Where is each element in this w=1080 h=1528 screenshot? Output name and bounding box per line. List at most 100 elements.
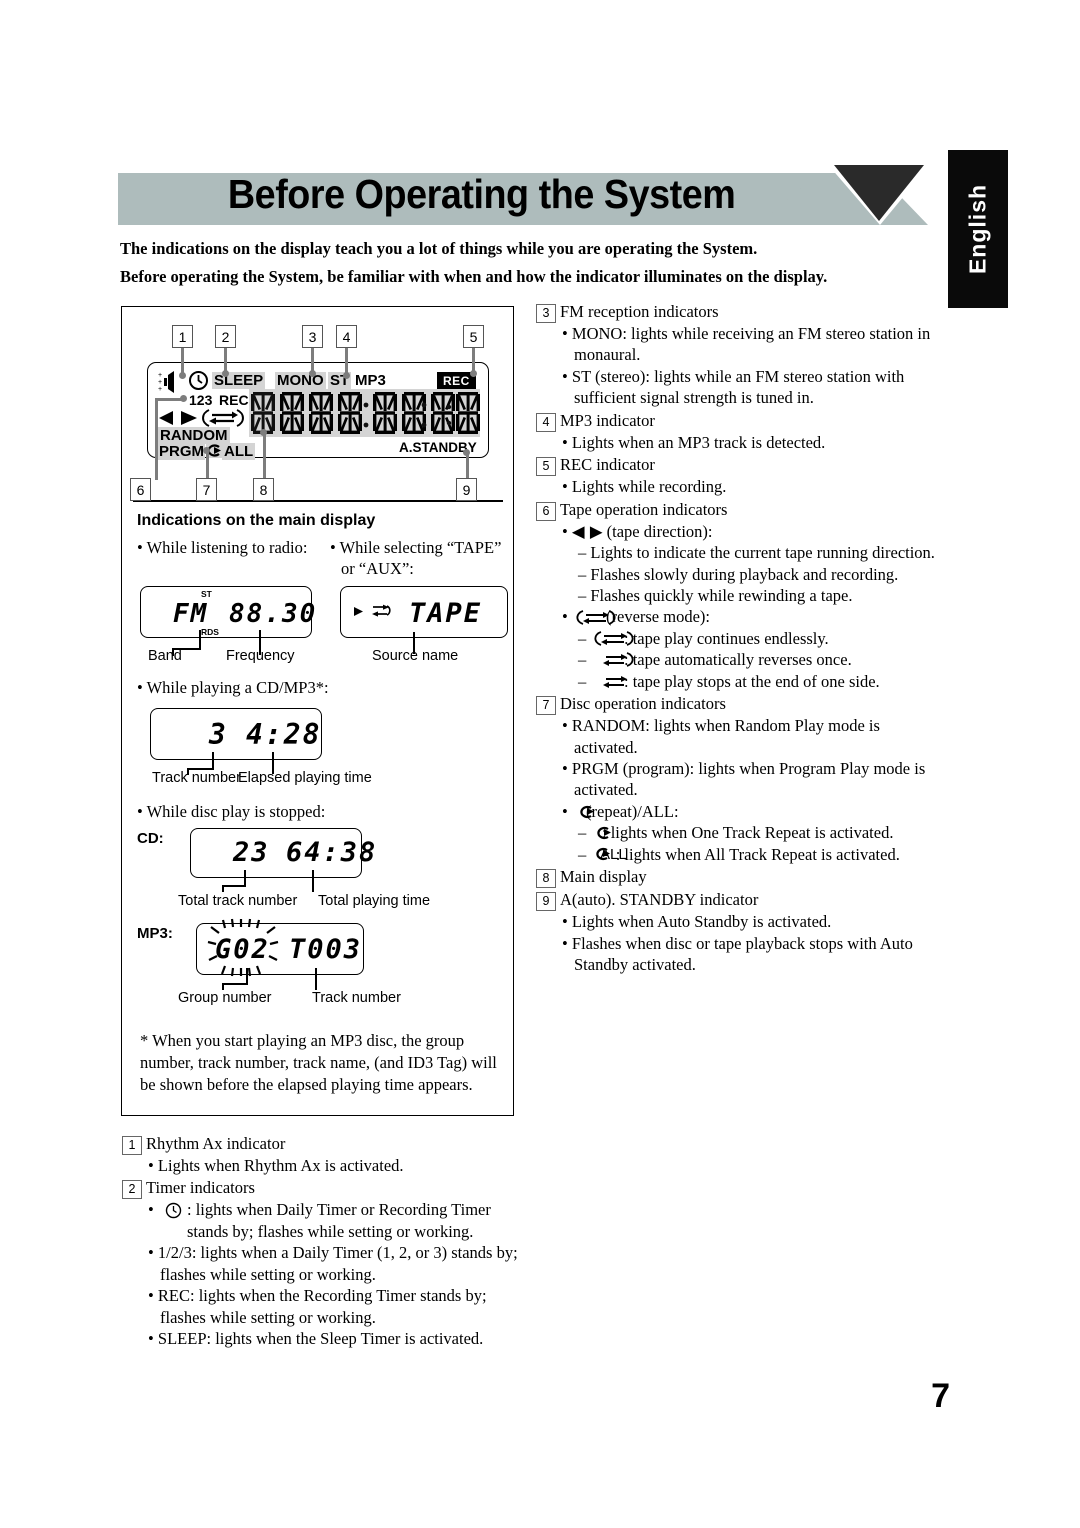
item-8: 8 Main display	[536, 866, 936, 889]
item-7-dash-2-text: : lights when All Track Repeat is activa…	[615, 844, 900, 864]
item-7: 7 Disc operation indicators	[536, 693, 936, 716]
callout-8: 8	[253, 478, 274, 501]
item-6-dash-2: – Flashes slowly during playback and rec…	[578, 564, 899, 584]
item-4-title: MP3 indicator	[560, 410, 655, 430]
leader-dot-2	[222, 370, 229, 377]
leader-dot-9	[463, 449, 470, 456]
play-arrow-icon	[354, 607, 363, 616]
leader-dot-5	[470, 370, 477, 377]
tape-lcd-text: TAPE	[409, 598, 483, 629]
item-6-number: 6	[536, 501, 556, 521]
callout-6: 6	[130, 478, 151, 501]
callout-9: 9	[456, 478, 477, 501]
item-7-dash-1-text: : lights when One Track Repeat is activa…	[602, 823, 894, 843]
intro-text: The indications on the display teach you…	[120, 238, 910, 295]
intro-line-2: Before operating the System, be familiar…	[120, 267, 828, 287]
tape-bullet-line1: • While selecting “TAPE”	[330, 538, 502, 557]
cd-tracks-tick-down	[222, 885, 224, 892]
mp3-footnote: * When you start playing an MP3 disc, th…	[140, 1031, 497, 1094]
page-number: 7	[931, 1377, 950, 1415]
item-6-bullet-2-text: (reverse mode):	[606, 607, 710, 627]
mp3-track-caption: Track number	[312, 990, 401, 1006]
item-6-dash-1: – Lights to indicate the current tape ru…	[578, 543, 935, 563]
item-2-number: 2	[122, 1180, 142, 1200]
main-display-section-title: Indications on the main display	[137, 512, 376, 529]
item-6-dash-4: – : tape play continues endlessly.	[578, 628, 829, 648]
item-9-bullet-2: • Flashes when disc or tape playback sto…	[562, 933, 913, 975]
cdmp3-playing-lcd: 3 4:28	[150, 708, 322, 760]
mp3-group-caption: Group number	[178, 990, 272, 1006]
language-tab: English	[948, 150, 1008, 308]
mp3-stopped-lcd: G02 T003	[196, 918, 364, 977]
item-9-bullet-1: • Lights when Auto Standby is activated.	[562, 912, 832, 932]
item-6: 6 Tape operation indicators	[536, 499, 936, 521]
mp3-group-tick-down	[222, 983, 224, 990]
item-3-title: FM reception indicators	[560, 302, 719, 321]
item-2: 2 Timer indicators	[122, 1177, 532, 1200]
mp3-group-number: G02	[215, 934, 270, 965]
page-title: Before Operating the System	[227, 170, 736, 217]
mp3-track-number: T003	[289, 934, 363, 965]
item-9-number: 9	[536, 892, 556, 912]
lcd-segment-digits	[251, 392, 480, 434]
item-7-dash-2: – ALL : lights when All Track Repeat is …	[578, 844, 900, 864]
item-2-bullet-4: • SLEEP: lights when the Sleep Timer is …	[148, 1329, 484, 1349]
tape-lcd: TAPE	[340, 586, 508, 638]
radio-lcd-frequency: 88.30	[229, 599, 318, 629]
item-1-bullet-1: • Lights when Rhythm Ax is activated.	[148, 1156, 404, 1175]
cd-time-tick	[312, 870, 314, 892]
item-4-bullet-1: • Lights when an MP3 track is detected.	[562, 432, 826, 452]
svg-text:+: +	[158, 379, 162, 386]
radio-bullet: • While listening to radio:	[137, 538, 308, 557]
reverse-mode-icon	[202, 409, 244, 427]
cd-time-caption: Total playing time	[318, 893, 431, 909]
radio-lcd-st: ST	[201, 589, 212, 599]
tape-source-caption: Source name	[372, 648, 459, 664]
leader-dot-4	[343, 372, 350, 379]
item-2-bullet-3: • REC: lights when the Recording Timer s…	[148, 1286, 487, 1327]
mp3-track-tick	[315, 968, 317, 990]
lcd-prgm-label: PRGM	[158, 443, 205, 460]
lcd-mp3-label: MP3	[355, 372, 386, 389]
cd-tracks-tick-h	[222, 885, 246, 887]
cdmp3-lcd-time: 4:28	[246, 718, 322, 751]
indicator-list-right: 3 FM reception indicators • MONO: lights…	[536, 300, 936, 976]
bullet-dot: •	[562, 521, 568, 541]
item-6-dash-5: – : tape automatically reverses once.	[578, 650, 852, 670]
lcd-random-label: RANDOM	[158, 427, 230, 444]
item-6-title: Tape operation indicators	[560, 499, 728, 519]
svg-text:+: +	[158, 386, 162, 393]
item-9: 9 A(auto). STANDBY indicator	[536, 889, 936, 912]
tape-bullet-line2: or “AUX”:	[341, 559, 414, 578]
item-6-dash-3: – Flashes quickly while rewinding a tape…	[578, 585, 853, 605]
item-3-bullet-2: • ST (stereo): lights while an FM stereo…	[562, 366, 905, 408]
callout-3: 3	[302, 325, 323, 348]
item-6-dash-5-text: : tape automatically reverses once.	[624, 650, 852, 670]
item-8-number: 8	[536, 869, 556, 889]
callout-2: 2	[215, 325, 236, 348]
item-2-title: Timer indicators	[146, 1178, 255, 1198]
mp3-group-tick	[246, 968, 248, 984]
item-1-number: 1	[122, 1136, 142, 1155]
radio-freq-caption: Frequency	[226, 648, 295, 664]
leader-dot-6	[180, 395, 187, 402]
callout-7: 7	[196, 478, 217, 501]
leader-6-v	[155, 398, 158, 480]
mp3-label: MP3:	[137, 925, 173, 942]
item-8-title: Main display	[560, 867, 647, 887]
item-3: 3 FM reception indicators	[536, 301, 936, 323]
lcd-timer-rec: REC	[219, 392, 249, 408]
item-6-dash-6-text: : tape play stops at the end of one side…	[624, 671, 880, 691]
cd-tracks-tick	[244, 870, 246, 886]
item-4: 4 MP3 indicator	[536, 410, 936, 432]
radio-band-tick	[199, 630, 201, 650]
leader-dot-1	[179, 372, 186, 379]
item-6-bullet-1-text: (tape direction):	[606, 521, 713, 541]
svg-text:+: +	[158, 372, 162, 379]
radio-lcd: ST RDS FM 88.30	[140, 586, 315, 638]
radio-band-caption: Band	[148, 648, 182, 664]
tape-direction-icon	[159, 411, 197, 425]
leader-6-h	[155, 398, 183, 401]
item-2-bullet-1: • : lights when Daily Timer or Recording…	[148, 1199, 532, 1242]
timer-clock-icon	[189, 371, 208, 390]
